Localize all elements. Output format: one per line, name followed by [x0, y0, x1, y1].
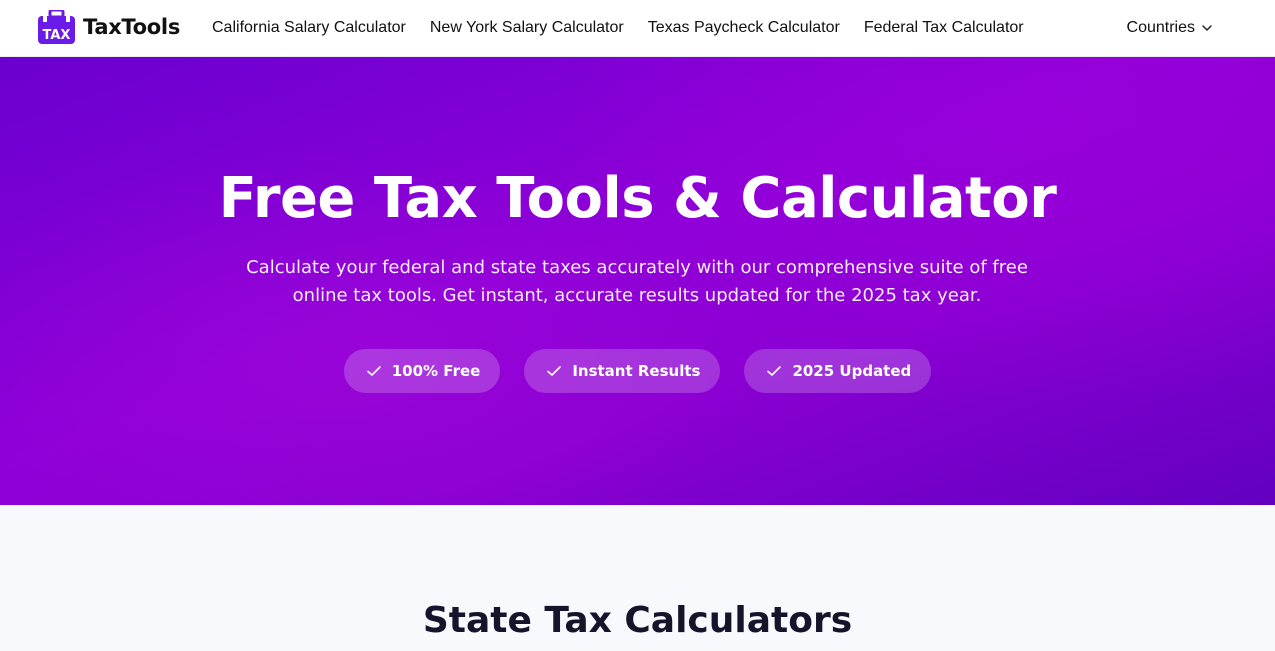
main-nav: California Salary Calculator New York Sa…: [212, 0, 1024, 56]
hero-title: Free Tax Tools & Calculator: [218, 166, 1057, 231]
brand-name: TaxTools: [83, 15, 181, 39]
section-title: State Tax Calculators: [422, 600, 853, 641]
check-icon: [547, 366, 562, 376]
badge-2025-updated: 2025 Updated: [744, 349, 932, 393]
check-icon: [366, 366, 381, 376]
brand-logo-text: TAX: [43, 28, 71, 43]
tax-briefcase-logo-icon: TAX: [38, 10, 75, 44]
badge-instant-results: Instant Results: [524, 349, 721, 393]
hero-section: Free Tax Tools & Calculator Calculate yo…: [0, 57, 1275, 505]
nav-link-federal-tax-calculator[interactable]: Federal Tax Calculator: [864, 19, 1024, 37]
check-icon: [767, 366, 782, 376]
countries-label: Countries: [1126, 19, 1195, 36]
hero-subtitle: Calculate your federal and state taxes a…: [246, 257, 1028, 306]
nav-link-texas-paycheck-calculator[interactable]: Texas Paycheck Calculator: [648, 19, 840, 37]
chevron-down-icon: [1202, 25, 1212, 31]
top-navbar: TAX TaxTools California Salary Calculato…: [0, 0, 1275, 57]
badge-free: 100% Free: [343, 349, 501, 393]
brand-link[interactable]: TAX TaxTools: [38, 10, 180, 44]
nav-link-california-salary-calculator[interactable]: California Salary Calculator: [212, 19, 406, 37]
state-tax-calculators-section: State Tax Calculators: [0, 505, 1275, 651]
countries-dropdown[interactable]: Countries: [1127, 0, 1213, 56]
feature-badges: 100% Free Instant Results 2025 Updated: [0, 349, 1275, 393]
badge-label: 100% Free: [391, 362, 481, 380]
badge-label: 2025 Updated: [792, 362, 912, 380]
badge-label: Instant Results: [572, 362, 701, 380]
nav-link-new-york-salary-calculator[interactable]: New York Salary Calculator: [430, 19, 624, 37]
